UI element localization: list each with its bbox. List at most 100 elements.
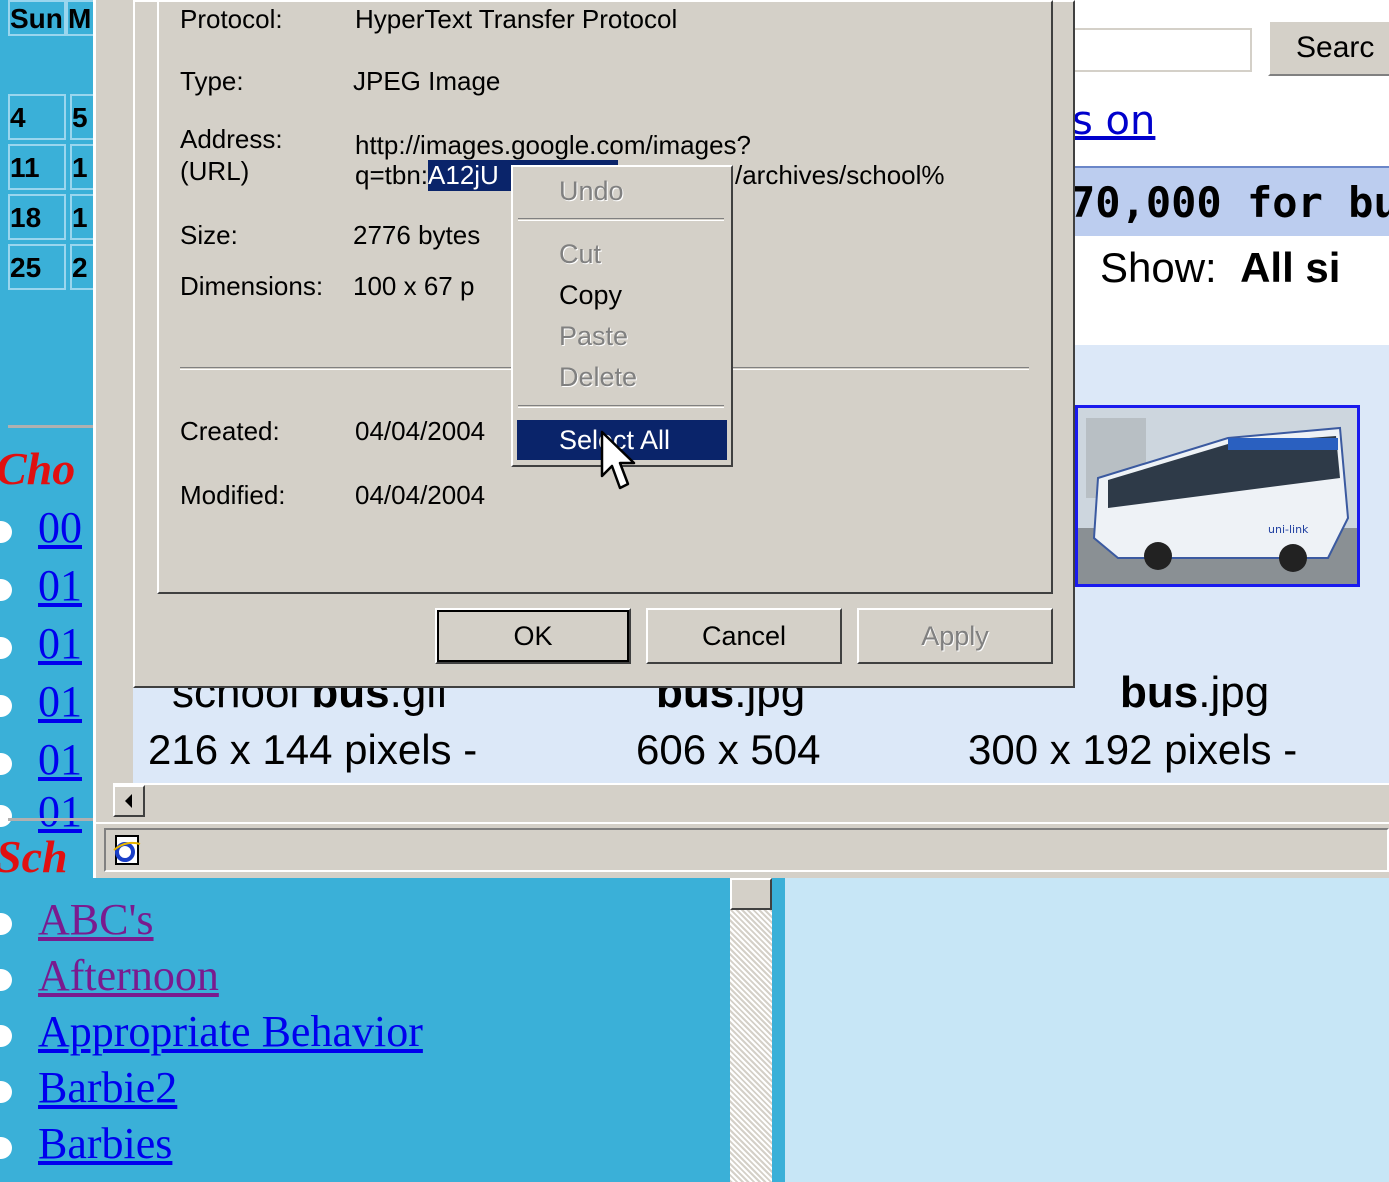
- arrow-left-icon: [125, 794, 132, 808]
- calendar-cell[interactable]: 18: [8, 194, 66, 240]
- calendar-day: 18: [10, 202, 42, 233]
- sidebar-link-item[interactable]: Appropriate Behavior: [0, 1006, 423, 1057]
- menu-item-cut[interactable]: Cut: [517, 234, 727, 274]
- search-input[interactable]: [1060, 28, 1252, 72]
- bullet-icon: [0, 1136, 12, 1159]
- type-label: Type:: [180, 66, 244, 96]
- sidebar-link-item[interactable]: Afternoon: [0, 950, 219, 1001]
- sidebar-link[interactable]: 01: [38, 677, 82, 726]
- scroll-left-button[interactable]: [113, 785, 145, 817]
- calendar-day: 11: [10, 152, 40, 183]
- search-button[interactable]: Searc: [1268, 20, 1389, 76]
- result-link[interactable]: s on: [1072, 98, 1155, 144]
- sidebar-link-afternoon[interactable]: Afternoon: [38, 951, 219, 1000]
- bullet-icon: [0, 1080, 12, 1103]
- result-count: 70,000 for bus: [1070, 178, 1389, 227]
- sidebar-link-item[interactable]: 01: [0, 560, 82, 611]
- modified-value: 04/04/2004: [355, 480, 486, 510]
- bullet-icon: [0, 912, 12, 935]
- calendar-day: 1: [72, 152, 88, 183]
- dimensions-value: 100 x 67 p: [353, 271, 475, 301]
- ok-button[interactable]: OK: [435, 608, 631, 664]
- bus-image-icon: uni-link: [1078, 408, 1357, 584]
- sidebar-link-item[interactable]: 00: [0, 502, 82, 553]
- show-size-filter: Show: All si: [1100, 244, 1340, 292]
- sidebar-link-item[interactable]: 01: [0, 676, 82, 727]
- sidebar-link-appropriate-behavior[interactable]: Appropriate Behavior: [38, 1007, 423, 1056]
- sidebar-link-item[interactable]: Barbies: [0, 1118, 172, 1169]
- address-label-url: (URL): [180, 156, 250, 186]
- type-value: JPEG Image: [353, 66, 501, 96]
- cancel-button[interactable]: Cancel: [646, 608, 842, 664]
- show-label: Show:: [1100, 244, 1217, 291]
- calendar-cell[interactable]: 25: [8, 244, 66, 290]
- file-name-3: bus.jpg: [1120, 668, 1269, 718]
- vertical-scrollbar-track[interactable]: [730, 878, 772, 1182]
- address-label: Address:: [180, 124, 283, 154]
- menu-separator: [518, 218, 724, 221]
- address-value-line2-tail: /archives/school%: [735, 160, 945, 190]
- menu-item-undo[interactable]: Undo: [517, 171, 727, 211]
- file-dims-1: 216 x 144 pixels -: [148, 726, 478, 773]
- sidebar-link-barbie2[interactable]: Barbie2: [38, 1063, 177, 1112]
- calendar-cell[interactable]: 4: [8, 94, 66, 140]
- show-value-link[interactable]: All si: [1240, 244, 1340, 291]
- bullet-icon: [0, 752, 12, 775]
- sidebar-link-barbies[interactable]: Barbies: [38, 1119, 172, 1168]
- bullet-icon: [0, 1024, 12, 1047]
- address-value-line1[interactable]: http://images.google.com/images?: [355, 130, 751, 161]
- ie-page-icon: [110, 834, 144, 868]
- calendar-day: 5: [72, 102, 88, 133]
- calendar-header-mon: M: [66, 0, 96, 36]
- menu-item-delete[interactable]: Delete: [517, 357, 727, 397]
- sidebar-link-abcs[interactable]: ABC's: [38, 895, 154, 944]
- sidebar-link[interactable]: 00: [38, 503, 82, 552]
- created-label: Created:: [180, 416, 280, 446]
- sidebar-link[interactable]: 01: [38, 561, 82, 610]
- menu-separator: [518, 405, 724, 408]
- divider: [8, 425, 98, 428]
- horizontal-scrollbar[interactable]: [113, 783, 1389, 817]
- protocol-value: HyperText Transfer Protocol: [355, 4, 678, 34]
- bullet-icon: [0, 968, 12, 991]
- dimensions-label: Dimensions:: [180, 271, 324, 301]
- menu-item-copy[interactable]: Copy: [517, 275, 727, 315]
- vertical-scrollbar-thumb[interactable]: [730, 878, 772, 910]
- status-pane: [104, 828, 1389, 872]
- modified-label: Modified:: [180, 480, 286, 510]
- sidebar-link[interactable]: 01: [38, 735, 82, 784]
- protocol-label: Protocol:: [180, 4, 283, 34]
- school-heading: Sch: [0, 831, 68, 882]
- apply-button[interactable]: Apply: [857, 608, 1053, 664]
- sidebar-link-item[interactable]: Barbie2: [0, 1062, 177, 1113]
- thumb-caption: uni-link: [1268, 523, 1309, 536]
- calendar-header-label: M: [68, 3, 92, 34]
- sidebar-link-item[interactable]: ABC's: [0, 894, 154, 945]
- calendar-day: 1: [72, 202, 88, 233]
- calendar-day: 4: [10, 102, 26, 133]
- bus-thumbnail-image[interactable]: uni-link: [1075, 405, 1360, 587]
- file-dims-3: 300 x 192 pixels -: [968, 726, 1298, 773]
- right-frame: [785, 878, 1389, 1182]
- sidebar-link[interactable]: 01: [38, 619, 82, 668]
- bullet-icon: [0, 804, 12, 827]
- calendar-day: 25: [10, 252, 42, 283]
- sidebar-link-item[interactable]: 01: [0, 734, 82, 785]
- mouse-cursor-icon: [600, 430, 636, 494]
- bullet-icon: [0, 694, 12, 717]
- sidebar-link-item[interactable]: 01: [0, 618, 82, 669]
- menu-item-paste[interactable]: Paste: [517, 316, 727, 356]
- calendar-header-label: Sun: [10, 3, 63, 34]
- file-name-ext: .jpg: [1198, 668, 1270, 717]
- created-value: 04/04/2004: [355, 416, 486, 446]
- bullet-icon: [0, 520, 12, 543]
- calendar-day: 2: [72, 252, 88, 283]
- size-value: 2776 bytes: [353, 220, 481, 250]
- divider: [8, 818, 98, 821]
- bullet-icon: [0, 578, 12, 601]
- choose-heading: Cho: [0, 443, 76, 494]
- calendar-cell[interactable]: 11: [8, 144, 66, 190]
- sidebar-link[interactable]: 01: [38, 787, 82, 836]
- bullet-icon: [0, 636, 12, 659]
- address-text: q=tbn:: [355, 160, 429, 190]
